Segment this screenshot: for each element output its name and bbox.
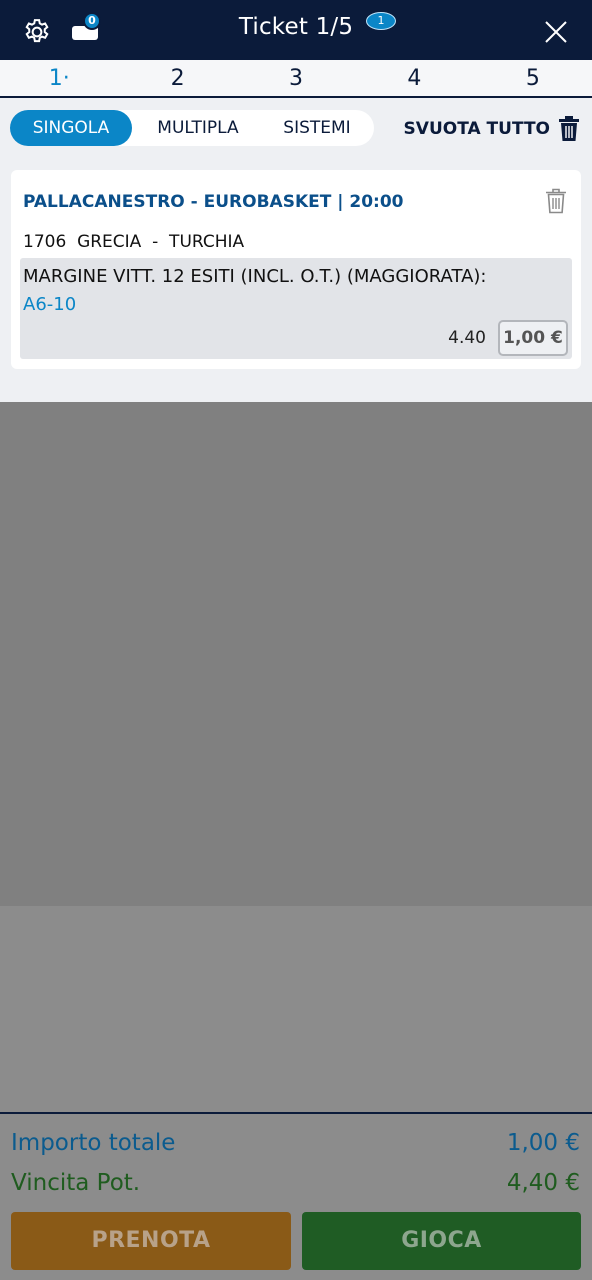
play-button[interactable]: GIOCA	[302, 1212, 581, 1270]
potential-win-row: Vincita Pot. 4,40 €	[11, 1170, 580, 1196]
market-name: MARGINE VITT. 12 ESITI (INCL. O.T.) (MAG…	[23, 266, 487, 287]
ticket-number-badge: 1	[366, 12, 396, 30]
potential-win-value: 4,40 €	[506, 1170, 580, 1196]
total-amount-label: Importo totale	[11, 1130, 176, 1156]
mode-multipla[interactable]: MULTIPLA	[138, 110, 258, 146]
odds-value: 4.40	[448, 328, 486, 348]
trash-icon	[559, 116, 579, 141]
selection-box: MARGINE VITT. 12 ESITI (INCL. O.T.) (MAG…	[20, 258, 572, 359]
tab-ticket-5[interactable]: 5	[474, 60, 592, 96]
app-header: 0 Ticket 1/5 1	[0, 0, 592, 60]
clear-all-button[interactable]: SVUOTA TUTTO	[404, 114, 580, 144]
modal-backdrop[interactable]	[0, 402, 592, 906]
bet-card: PALLACANESTRO - EUROBASKET | 20:00 1706 …	[11, 170, 581, 369]
event-title: PALLACANESTRO - EUROBASKET | 20:00	[23, 192, 404, 212]
tab-ticket-1[interactable]: 1·	[0, 60, 118, 96]
close-icon[interactable]	[544, 20, 568, 44]
selected-outcome: A6-10	[23, 294, 77, 315]
mode-sistemi[interactable]: SISTEMI	[262, 110, 372, 146]
potential-win-label: Vincita Pot.	[11, 1170, 141, 1196]
bet-mode-selector: SINGOLA MULTIPLA SISTEMI	[10, 110, 374, 146]
tab-ticket-3[interactable]: 3	[237, 60, 355, 96]
tab-ticket-4[interactable]: 4	[355, 60, 473, 96]
tab-ticket-2[interactable]: 2	[118, 60, 236, 96]
delete-bet-icon[interactable]	[545, 188, 567, 214]
ticket-summary: Importo totale 1,00 € Vincita Pot. 4,40 …	[0, 1112, 592, 1280]
stake-input[interactable]: 1,00 €	[498, 320, 568, 356]
clear-all-label: SVUOTA TUTTO	[403, 119, 550, 139]
backdrop-lower	[0, 906, 592, 1112]
match-name: 1706 GRECIA - TURCHIA	[23, 232, 245, 252]
book-button[interactable]: PRENOTA	[11, 1212, 291, 1270]
bet-list: PALLACANESTRO - EUROBASKET | 20:00 1706 …	[0, 160, 592, 402]
bet-mode-row: SINGOLA MULTIPLA SISTEMI SVUOTA TUTTO	[0, 98, 592, 160]
ticket-tabs: 1· 2 3 4 5	[0, 60, 592, 98]
mode-singola[interactable]: SINGOLA	[10, 110, 132, 146]
page-title: Ticket 1/5	[238, 14, 354, 40]
total-amount-value: 1,00 €	[506, 1130, 580, 1156]
total-amount-row: Importo totale 1,00 €	[11, 1130, 580, 1156]
